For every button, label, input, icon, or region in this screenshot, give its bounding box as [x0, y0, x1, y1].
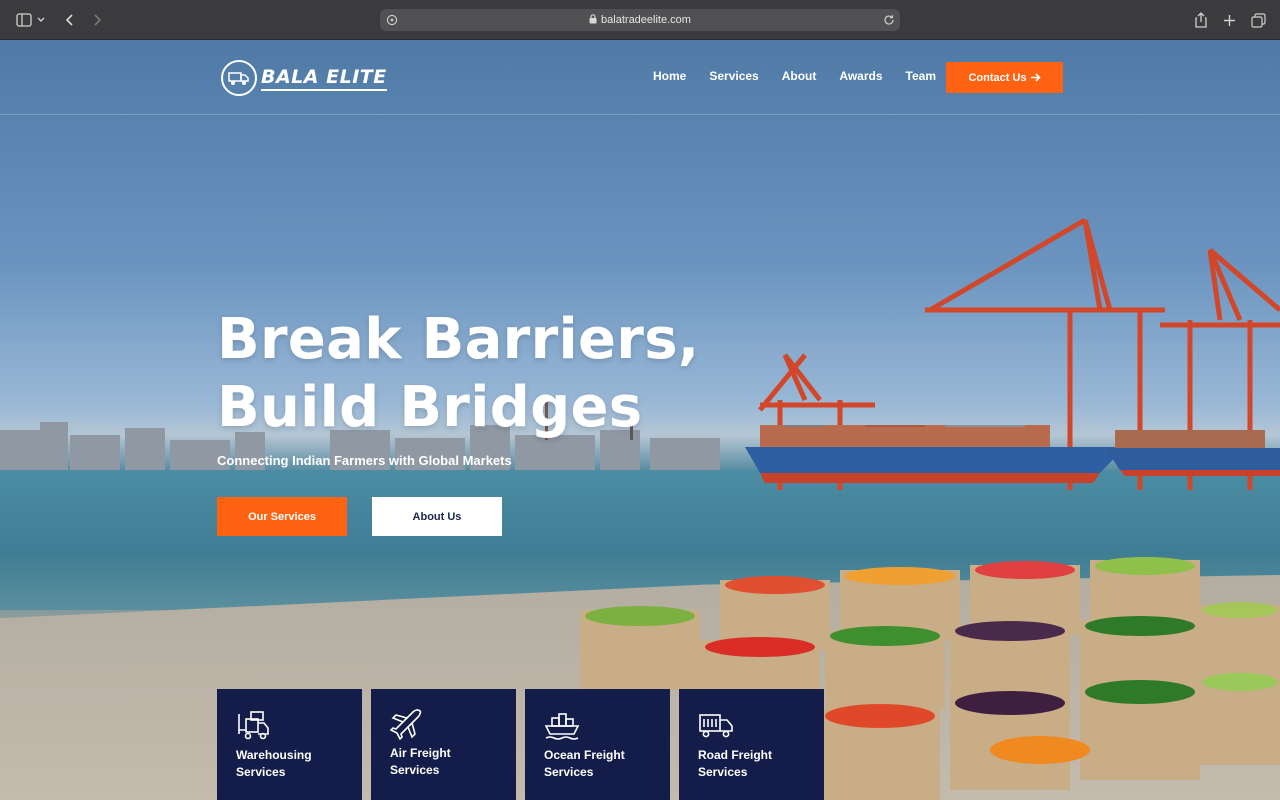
- service-card-label: Air Freight Services: [390, 746, 451, 777]
- main-nav: Home Services About Awards Team: [653, 69, 936, 83]
- address-bar[interactable]: balatradeelite.com: [380, 9, 900, 31]
- truck-globe-icon: [221, 60, 257, 96]
- service-card-label: Ocean Freight Services: [544, 748, 625, 779]
- service-card-label: Road Freight Services: [698, 748, 772, 779]
- hero-subtitle: Connecting Indian Farmers with Global Ma…: [217, 453, 512, 468]
- nav-about[interactable]: About: [782, 69, 817, 83]
- container-ship-image: [745, 425, 1125, 483]
- nav-home[interactable]: Home: [653, 69, 686, 83]
- tab-overview-icon[interactable]: [1248, 10, 1268, 30]
- hero-title-line2: Build Bridges: [217, 375, 643, 440]
- about-us-button[interactable]: About Us: [372, 497, 502, 536]
- reload-icon[interactable]: [879, 10, 899, 30]
- new-tab-icon[interactable]: [1219, 10, 1239, 30]
- hero-title: Break Barriers, Build Bridges: [217, 306, 699, 442]
- service-card-warehousing[interactable]: Warehousing Services: [217, 689, 362, 800]
- logo-text: BALA ELITE: [261, 66, 387, 91]
- arrow-right-icon: [1030, 71, 1041, 85]
- hero-section: BALA ELITE Home Services About Awards Te…: [0, 40, 1280, 800]
- share-icon[interactable]: [1191, 10, 1211, 30]
- ship-icon: [544, 710, 580, 740]
- chevron-down-icon[interactable]: [35, 10, 47, 30]
- forklift-icon: [236, 710, 272, 740]
- sidebar-toggle-icon[interactable]: [14, 10, 34, 30]
- service-card-road-freight[interactable]: Road Freight Services: [679, 689, 824, 800]
- contact-us-label: Contact Us: [968, 71, 1027, 84]
- truck-icon: [698, 710, 734, 740]
- hero-title-line1: Break Barriers,: [217, 307, 700, 372]
- lock-icon: [589, 14, 597, 24]
- nav-awards[interactable]: Awards: [839, 69, 882, 83]
- nav-services[interactable]: Services: [709, 69, 758, 83]
- browser-toolbar: balatradeelite.com: [0, 0, 1280, 40]
- service-card-ocean-freight[interactable]: Ocean Freight Services: [525, 689, 670, 800]
- forward-icon[interactable]: [87, 10, 107, 30]
- service-cards: Warehousing Services Air Freight Service…: [217, 689, 824, 800]
- airplane-icon: [389, 708, 426, 741]
- contact-us-button[interactable]: Contact Us: [946, 62, 1063, 93]
- container-ship-2-image: [1105, 430, 1280, 476]
- service-card-label: Warehousing Services: [236, 748, 312, 779]
- service-card-air-freight[interactable]: Air Freight Services: [371, 689, 516, 800]
- logo[interactable]: BALA ELITE: [221, 58, 387, 98]
- nav-team[interactable]: Team: [906, 69, 936, 83]
- site-header: BALA ELITE Home Services About Awards Te…: [0, 40, 1280, 115]
- our-services-button[interactable]: Our Services: [217, 497, 347, 536]
- back-icon[interactable]: [60, 10, 80, 30]
- url-text: balatradeelite.com: [601, 14, 691, 26]
